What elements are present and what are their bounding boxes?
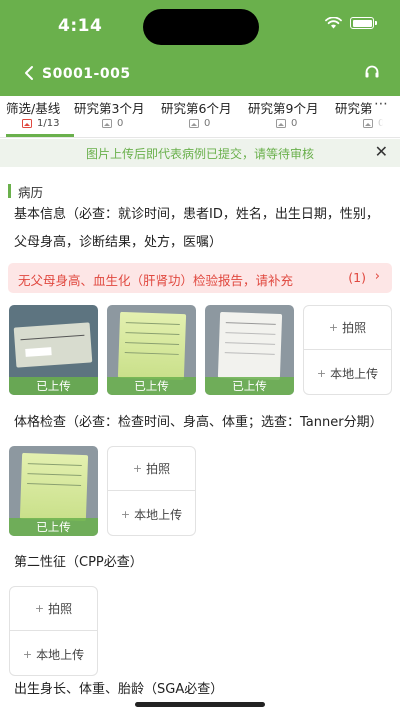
active-tab-indicator bbox=[6, 134, 74, 137]
missing-report-warning[interactable]: 无父母身高、血生化（肝肾功）检验报告，请补充 (1) › bbox=[8, 263, 392, 293]
local-upload-button[interactable]: + 本地上传 bbox=[10, 632, 97, 676]
image-icon bbox=[102, 119, 112, 128]
photo-thumbnail bbox=[117, 311, 187, 381]
back-button[interactable] bbox=[24, 65, 34, 86]
physical-exam-title: 体格检查（必查：检查时间、身高、体重；选查：Tanner分期） bbox=[14, 415, 383, 430]
take-photo-button[interactable]: + 拍照 bbox=[304, 306, 391, 350]
battery-icon bbox=[350, 17, 377, 29]
tab-label: 筛选/基线 bbox=[6, 101, 61, 116]
dynamic-island bbox=[143, 9, 259, 45]
plus-icon: + bbox=[316, 366, 327, 380]
warning-count: (1) bbox=[348, 270, 366, 285]
plus-icon: + bbox=[120, 507, 131, 521]
plus-icon: + bbox=[22, 647, 33, 661]
tab-label: 研究第6个月 bbox=[161, 101, 232, 116]
chevron-right-icon: › bbox=[374, 269, 380, 284]
image-icon bbox=[22, 119, 32, 128]
page-title: S0001-005 bbox=[42, 66, 131, 82]
close-icon[interactable]: ✕ bbox=[375, 142, 388, 161]
tab-count: 0 bbox=[276, 118, 297, 129]
status-icons bbox=[325, 17, 377, 29]
more-tabs-icon[interactable]: ⋯ bbox=[374, 96, 388, 112]
status-time: 4:14 bbox=[58, 16, 103, 36]
upload-box: + 拍照 + 本地上传 bbox=[9, 586, 98, 676]
plus-icon: + bbox=[132, 462, 143, 475]
birth-info-title: 出生身长、体重、胎龄（SGA必查） bbox=[14, 682, 224, 697]
upload-box: + 拍照 + 本地上传 bbox=[107, 446, 196, 536]
take-photo-button[interactable]: + 拍照 bbox=[10, 587, 97, 631]
notice-text: 图片上传后即代表病例已提交，请等待审核 bbox=[85, 147, 314, 161]
status-bar: 4:14 bbox=[0, 0, 400, 54]
plus-icon: + bbox=[328, 321, 339, 334]
tab-month-3[interactable]: 研究第3个月 0 bbox=[74, 96, 160, 137]
image-icon bbox=[189, 119, 199, 128]
uploaded-photo[interactable]: 已上传 bbox=[9, 305, 98, 395]
section-header: 病历 bbox=[8, 183, 44, 200]
tab-month-6[interactable]: 研究第6个月 0 bbox=[161, 96, 247, 137]
support-button[interactable] bbox=[364, 64, 380, 84]
warning-text: 无父母身高、血生化（肝肾功）检验报告，请补充 bbox=[18, 273, 294, 288]
uploaded-photo[interactable]: 已上传 bbox=[107, 305, 196, 395]
tab-label: 研究第3个月 bbox=[74, 101, 145, 116]
app-header: 4:14 S0001-005 bbox=[0, 0, 400, 96]
headset-icon bbox=[365, 65, 379, 78]
visit-tabs: 筛选/基线 1/13 研究第3个月 0 研究第6个月 0 研究第9个月 0 研究… bbox=[0, 96, 400, 138]
home-indicator bbox=[135, 702, 265, 707]
upload-status: 已上传 bbox=[107, 377, 196, 395]
image-icon bbox=[276, 119, 286, 128]
upload-status: 已上传 bbox=[9, 377, 98, 395]
tab-count: 1/13 bbox=[22, 118, 59, 129]
section-title: 病历 bbox=[18, 184, 44, 200]
chevron-left-icon bbox=[25, 66, 33, 80]
local-upload-button[interactable]: + 本地上传 bbox=[108, 492, 195, 536]
tab-label: 研究第9个月 bbox=[248, 101, 319, 116]
plus-icon: + bbox=[34, 602, 45, 615]
upload-status: 已上传 bbox=[9, 518, 98, 536]
notice-bar: 图片上传后即代表病例已提交，请等待审核 ✕ bbox=[0, 139, 400, 167]
photo-thumbnail bbox=[217, 311, 283, 381]
tab-count: 0 bbox=[189, 118, 210, 129]
tab-month-9[interactable]: 研究第9个月 0 bbox=[248, 96, 334, 137]
take-photo-button[interactable]: + 拍照 bbox=[108, 447, 195, 491]
section-accent-bar bbox=[8, 184, 11, 198]
photo-thumbnail bbox=[13, 322, 93, 368]
basic-info-line-1: 基本信息（必查：就诊时间，患者ID，姓名，出生日期，性别， bbox=[14, 207, 379, 222]
nav-bar: S0001-005 bbox=[0, 60, 400, 90]
uploaded-photo[interactable]: 已上传 bbox=[205, 305, 294, 395]
secondary-sex-title: 第二性征（CPP必查） bbox=[14, 555, 143, 570]
photo-thumbnail bbox=[19, 452, 89, 522]
basic-info-line-2: 父母身高，诊断结果，处方，医嘱） bbox=[14, 235, 223, 250]
upload-status: 已上传 bbox=[205, 377, 294, 395]
tab-label: 研究第 bbox=[335, 101, 373, 116]
local-upload-button[interactable]: + 本地上传 bbox=[304, 351, 391, 395]
tab-count: 0 bbox=[102, 118, 123, 129]
wifi-icon bbox=[325, 17, 342, 29]
upload-box: + 拍照 + 本地上传 bbox=[303, 305, 392, 395]
uploaded-photo[interactable]: 已上传 bbox=[9, 446, 98, 536]
